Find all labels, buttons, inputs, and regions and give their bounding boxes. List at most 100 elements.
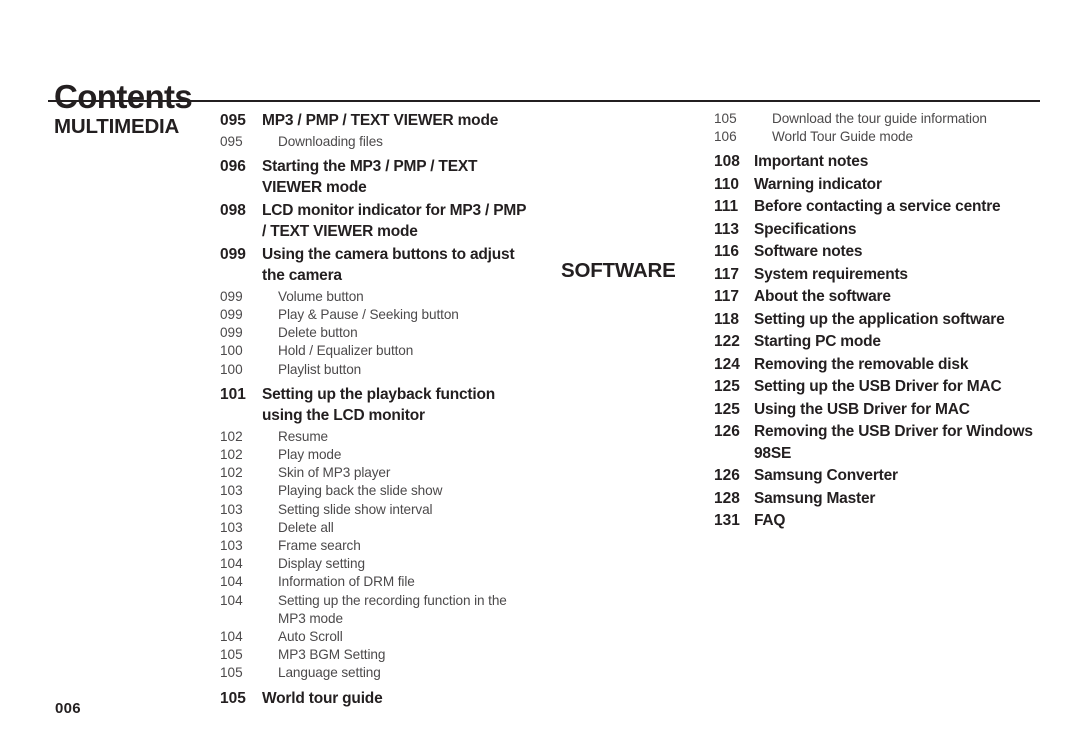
toc-entry-page-number: 122 [714,333,740,351]
toc-entry[interactable]: 116 Software notes [714,241,1044,263]
toc-entry[interactable]: 103 Delete all [220,519,530,537]
toc-entry-page-number: 099 [220,245,246,263]
toc-entry[interactable]: 104 Setting up the recording function in … [220,592,530,628]
toc-entry-title: World tour guide [262,689,383,707]
toc-entry-title: Information of DRM file [278,574,415,590]
toc-entry-page-number: 105 [714,111,737,126]
toc-entry-title: Playlist button [278,361,362,377]
toc-entry-page-number: 124 [714,355,740,373]
toc-entry[interactable]: 102 Play mode [220,446,530,464]
toc-entry[interactable]: 128 Samsung Master [714,488,1044,510]
toc-entry[interactable]: 096 Starting the MP3 / PMP / TEXT VIEWER … [220,156,530,199]
toc-entry-title: Specifications [754,220,857,238]
toc-entry-title: Frame search [278,537,361,553]
toc-entry-page-number: 126 [714,467,740,485]
toc-entry-page-number: 103 [220,483,243,499]
toc-entry-title: Hold / Equalizer button [278,343,414,359]
toc-entry[interactable]: 110 Warning indicator [714,174,1044,196]
toc-entry[interactable]: 105 Download the tour guide information [714,110,1044,128]
section-label-multimedia: MULTIMEDIA [54,115,180,138]
toc-entry-title: Starting the MP3 / PMP / TEXT VIEWER mod… [262,157,478,197]
toc-entry-page-number: 101 [220,385,246,403]
toc-entry[interactable]: 106 World Tour Guide mode [714,128,1044,146]
toc-entry[interactable]: 104 Display setting [220,555,530,573]
toc-entry[interactable]: 099 Using the camera buttons to adjust th… [220,244,530,287]
toc-entry-page-number: 104 [220,592,243,608]
toc-entry-title: Downloading files [278,133,383,149]
toc-entry-title: MP3 BGM Setting [278,647,386,663]
section-label-software: SOFTWARE [561,259,676,282]
toc-entry-page-number: 105 [220,665,243,681]
toc-entry[interactable]: 104 Auto Scroll [220,628,530,646]
toc-entry-page-number: 095 [220,112,246,129]
toc-entry-title: About the software [754,288,891,306]
toc-entry-page-number: 095 [220,133,243,149]
toc-entry[interactable]: 105 World tour guide [220,688,530,710]
toc-entry-title: Resume [278,428,329,444]
toc-entry-title: Display setting [278,556,365,572]
toc-entry[interactable]: 100 Playlist button [220,361,530,379]
toc-entry-page-number: 108 [714,153,740,171]
toc-entry-title: Auto Scroll [278,628,343,644]
toc-entry[interactable]: 111 Before contacting a service centre [714,196,1044,218]
toc-entry[interactable]: 117 About the software [714,286,1044,308]
toc-entry-title: Before contacting a service centre [754,198,1001,216]
toc-entry[interactable]: 099 Volume button [220,288,530,306]
toc-entry[interactable]: 101 Setting up the playback function usin… [220,384,530,427]
toc-entry[interactable]: 099 Play & Pause / Seeking button [220,306,530,324]
toc-entry[interactable]: 131 FAQ [714,510,1044,532]
toc-entry[interactable]: 099 Delete button [220,324,530,342]
toc-entry[interactable]: 095 MP3 / PMP / TEXT VIEWER mode [220,110,530,132]
toc-entry-title: FAQ [754,512,786,530]
toc-entry-page-number: 102 [220,428,243,444]
toc-entry-page-number: 104 [220,628,243,644]
toc-entry-page-number: 099 [220,306,243,322]
page-title: Contents [54,78,193,116]
toc-entry-page-number: 116 [714,243,740,261]
toc-entry-page-number: 126 [714,423,740,441]
toc-entry[interactable]: 102 Skin of MP3 player [220,464,530,482]
toc-entry-page-number: 100 [220,343,243,359]
toc-entry-title: Play & Pause / Seeking button [278,306,459,322]
toc-entry[interactable]: 105 MP3 BGM Setting [220,646,530,664]
toc-entry[interactable]: 122 Starting PC mode [714,331,1044,353]
toc-entry[interactable]: 125 Using the USB Driver for MAC [714,399,1044,421]
toc-entry[interactable]: 100 Hold / Equalizer button [220,342,530,360]
toc-entry-page-number: 100 [220,361,243,377]
toc-entry[interactable]: 126 Samsung Converter [714,465,1044,487]
toc-entry[interactable]: 103 Frame search [220,537,530,555]
toc-entry[interactable]: 118 Setting up the application software [714,309,1044,331]
toc-entry-title: Language setting [278,665,381,681]
toc-entry[interactable]: 103 Playing back the slide show [220,482,530,500]
toc-entry-title: Setting slide show interval [278,501,433,517]
toc-entry-title: Removing the USB Driver for Windows 98SE [754,423,1033,462]
toc-entry[interactable]: 108 Important notes [714,151,1044,173]
toc-entry[interactable]: 095 Downloading files [220,133,530,151]
toc-entry-title: Removing the removable disk [754,355,969,373]
toc-entry-title: Setting up the USB Driver for MAC [754,378,1002,396]
toc-entry[interactable]: 105 Language setting [220,664,530,682]
toc-entry-page-number: 111 [714,198,739,216]
toc-entry[interactable]: 125 Setting up the USB Driver for MAC [714,376,1044,398]
toc-entry[interactable]: 113 Specifications [714,219,1044,241]
toc-entry-page-number: 131 [714,512,740,530]
toc-entry-page-number: 110 [714,175,740,193]
toc-entry-title: Delete button [278,325,358,341]
toc-entry[interactable]: 103 Setting slide show interval [220,501,530,519]
toc-entry[interactable]: 102 Resume [220,428,530,446]
toc-entry[interactable]: 104 Information of DRM file [220,573,530,591]
toc-entry-page-number: 117 [714,288,740,306]
toc-entry[interactable]: 126 Removing the USB Driver for Windows 9… [714,421,1044,464]
toc-entry-title: Playing back the slide show [278,483,443,499]
toc-entry-page-number: 113 [714,220,740,238]
toc-entry-title: Setting up the playback function using t… [262,385,496,425]
toc-entry-page-number: 102 [220,446,243,462]
toc-entry-page-number: 099 [220,288,243,304]
toc-entry-title: LCD monitor indicator for MP3 / PMP / TE… [262,201,526,241]
toc-entry[interactable]: 098 LCD monitor indicator for MP3 / PMP /… [220,200,530,243]
toc-entry-title: Starting PC mode [754,333,881,351]
toc-entry-title: Samsung Converter [754,467,898,485]
toc-entry-title: Using the USB Driver for MAC [754,400,970,418]
toc-entry[interactable]: 117 System requirements [714,264,1044,286]
toc-entry[interactable]: 124 Removing the removable disk [714,354,1044,376]
